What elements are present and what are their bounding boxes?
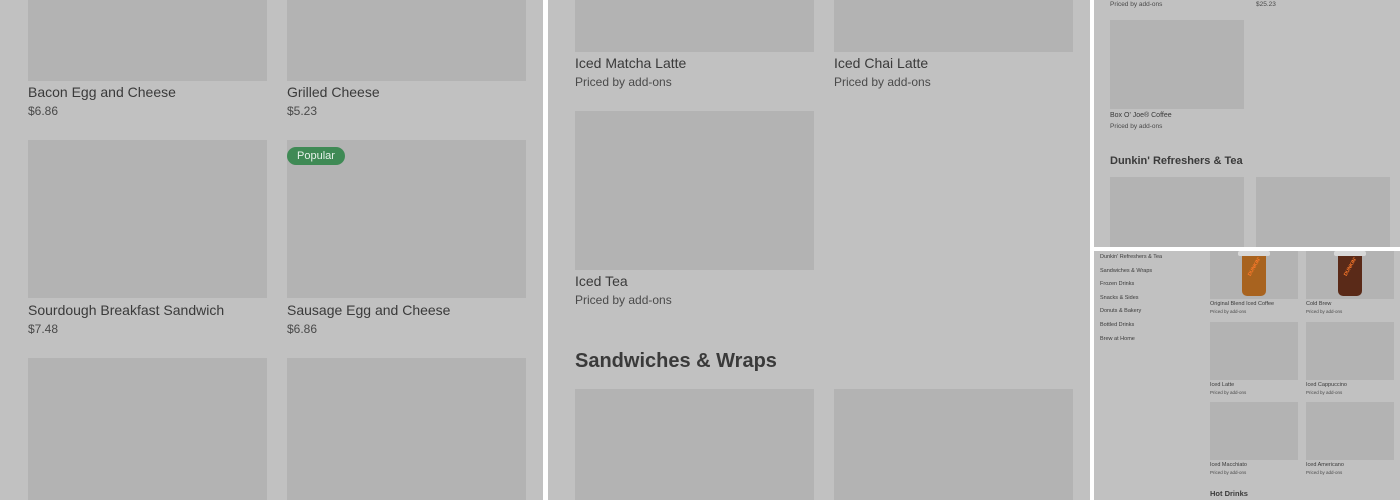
item-name[interactable]: Iced Americano [1306,462,1344,468]
nav-item-snacks-sides[interactable]: Snacks & Sides [1100,295,1139,301]
item-name[interactable]: Iced Latte [1210,382,1234,388]
item-image[interactable] [1210,322,1298,380]
menu-panel-desktop-overview: Dunkin' Refreshers & Tea Sandwiches & Wr… [1094,251,1400,500]
section-title: Hot Drinks [1210,489,1248,498]
section-title: Sandwiches & Wraps [575,350,777,372]
item-image[interactable] [1306,322,1394,380]
menu-panel-coffee-box: Priced by add-ons $25.23 Box O' Joe® Cof… [1094,0,1400,247]
item-price: Priced by add-ons [575,293,672,307]
item-image[interactable]: DUNKIN' [1306,251,1394,299]
item-image[interactable] [287,0,526,81]
item-image[interactable] [575,111,814,270]
item-name[interactable]: Original Blend Iced Coffee [1210,301,1274,307]
item-price: Priced by add-ons [1210,470,1247,475]
item-price: $25.23 [1256,1,1276,8]
item-price: $6.86 [287,322,318,336]
item-price: $7.48 [28,322,59,336]
item-name[interactable]: Grilled Cheese [287,84,380,100]
item-price: Priced by add-ons [1110,123,1163,130]
item-name[interactable]: Sourdough Breakfast Sandwich [28,302,224,318]
nav-item-refreshers[interactable]: Dunkin' Refreshers & Tea [1100,254,1162,260]
item-image[interactable] [1306,402,1394,460]
item-price: Priced by add-ons [1210,390,1247,395]
item-name[interactable]: Cold Brew [1306,301,1331,307]
item-price: Priced by add-ons [1306,390,1343,395]
item-image[interactable] [28,140,267,298]
item-image[interactable] [1210,402,1298,460]
item-image[interactable] [287,358,526,500]
item-name[interactable]: Iced Matcha Latte [575,55,686,71]
nav-item-donuts-bakery[interactable]: Donuts & Bakery [1100,308,1141,314]
nav-item-frozen-drinks[interactable]: Frozen Drinks [1100,281,1134,287]
item-name[interactable]: Iced Cappuccino [1306,382,1347,388]
item-image[interactable]: DUNKIN' [1210,251,1298,299]
item-price: Priced by add-ons [1306,470,1343,475]
item-price: $5.23 [287,104,318,118]
item-image[interactable] [28,358,267,500]
item-image[interactable] [575,389,814,500]
item-price: Priced by add-ons [1210,309,1247,314]
item-name[interactable]: Iced Macchiato [1210,462,1247,468]
item-image[interactable] [1110,20,1244,109]
item-name[interactable]: Iced Chai Latte [834,55,928,71]
item-price: $6.86 [28,104,59,118]
nav-item-brew-at-home[interactable]: Brew at Home [1100,336,1135,342]
menu-panel-breakfast: Bacon Egg and Cheese $6.86 Grilled Chees… [0,0,543,500]
menu-panel-iced-drinks: Iced Matcha Latte Priced by add-ons Iced… [548,0,1090,500]
item-price: Priced by add-ons [834,75,931,89]
item-name[interactable]: Sausage Egg and Cheese [287,302,450,318]
item-image[interactable] [834,389,1073,500]
item-price: Priced by add-ons [1306,309,1343,314]
item-image[interactable] [575,0,814,52]
cold-brew-cup-icon: DUNKIN' [1334,251,1366,297]
nav-item-bottled-drinks[interactable]: Bottled Drinks [1100,322,1134,328]
section-title: Dunkin' Refreshers & Tea [1110,155,1243,167]
iced-coffee-cup-icon: DUNKIN' [1238,251,1270,297]
item-image[interactable] [1256,177,1390,247]
item-image[interactable] [1110,177,1244,247]
item-image[interactable] [28,0,267,81]
item-name[interactable]: Box O' Joe® Coffee [1110,112,1172,119]
popular-badge: Popular [287,147,345,165]
item-price: Priced by add-ons [575,75,672,89]
item-price: Priced by add-ons [1110,1,1163,8]
nav-item-sandwiches[interactable]: Sandwiches & Wraps [1100,268,1152,274]
item-image[interactable] [834,0,1073,52]
item-name[interactable]: Iced Tea [575,273,628,289]
item-name[interactable]: Bacon Egg and Cheese [28,84,176,100]
